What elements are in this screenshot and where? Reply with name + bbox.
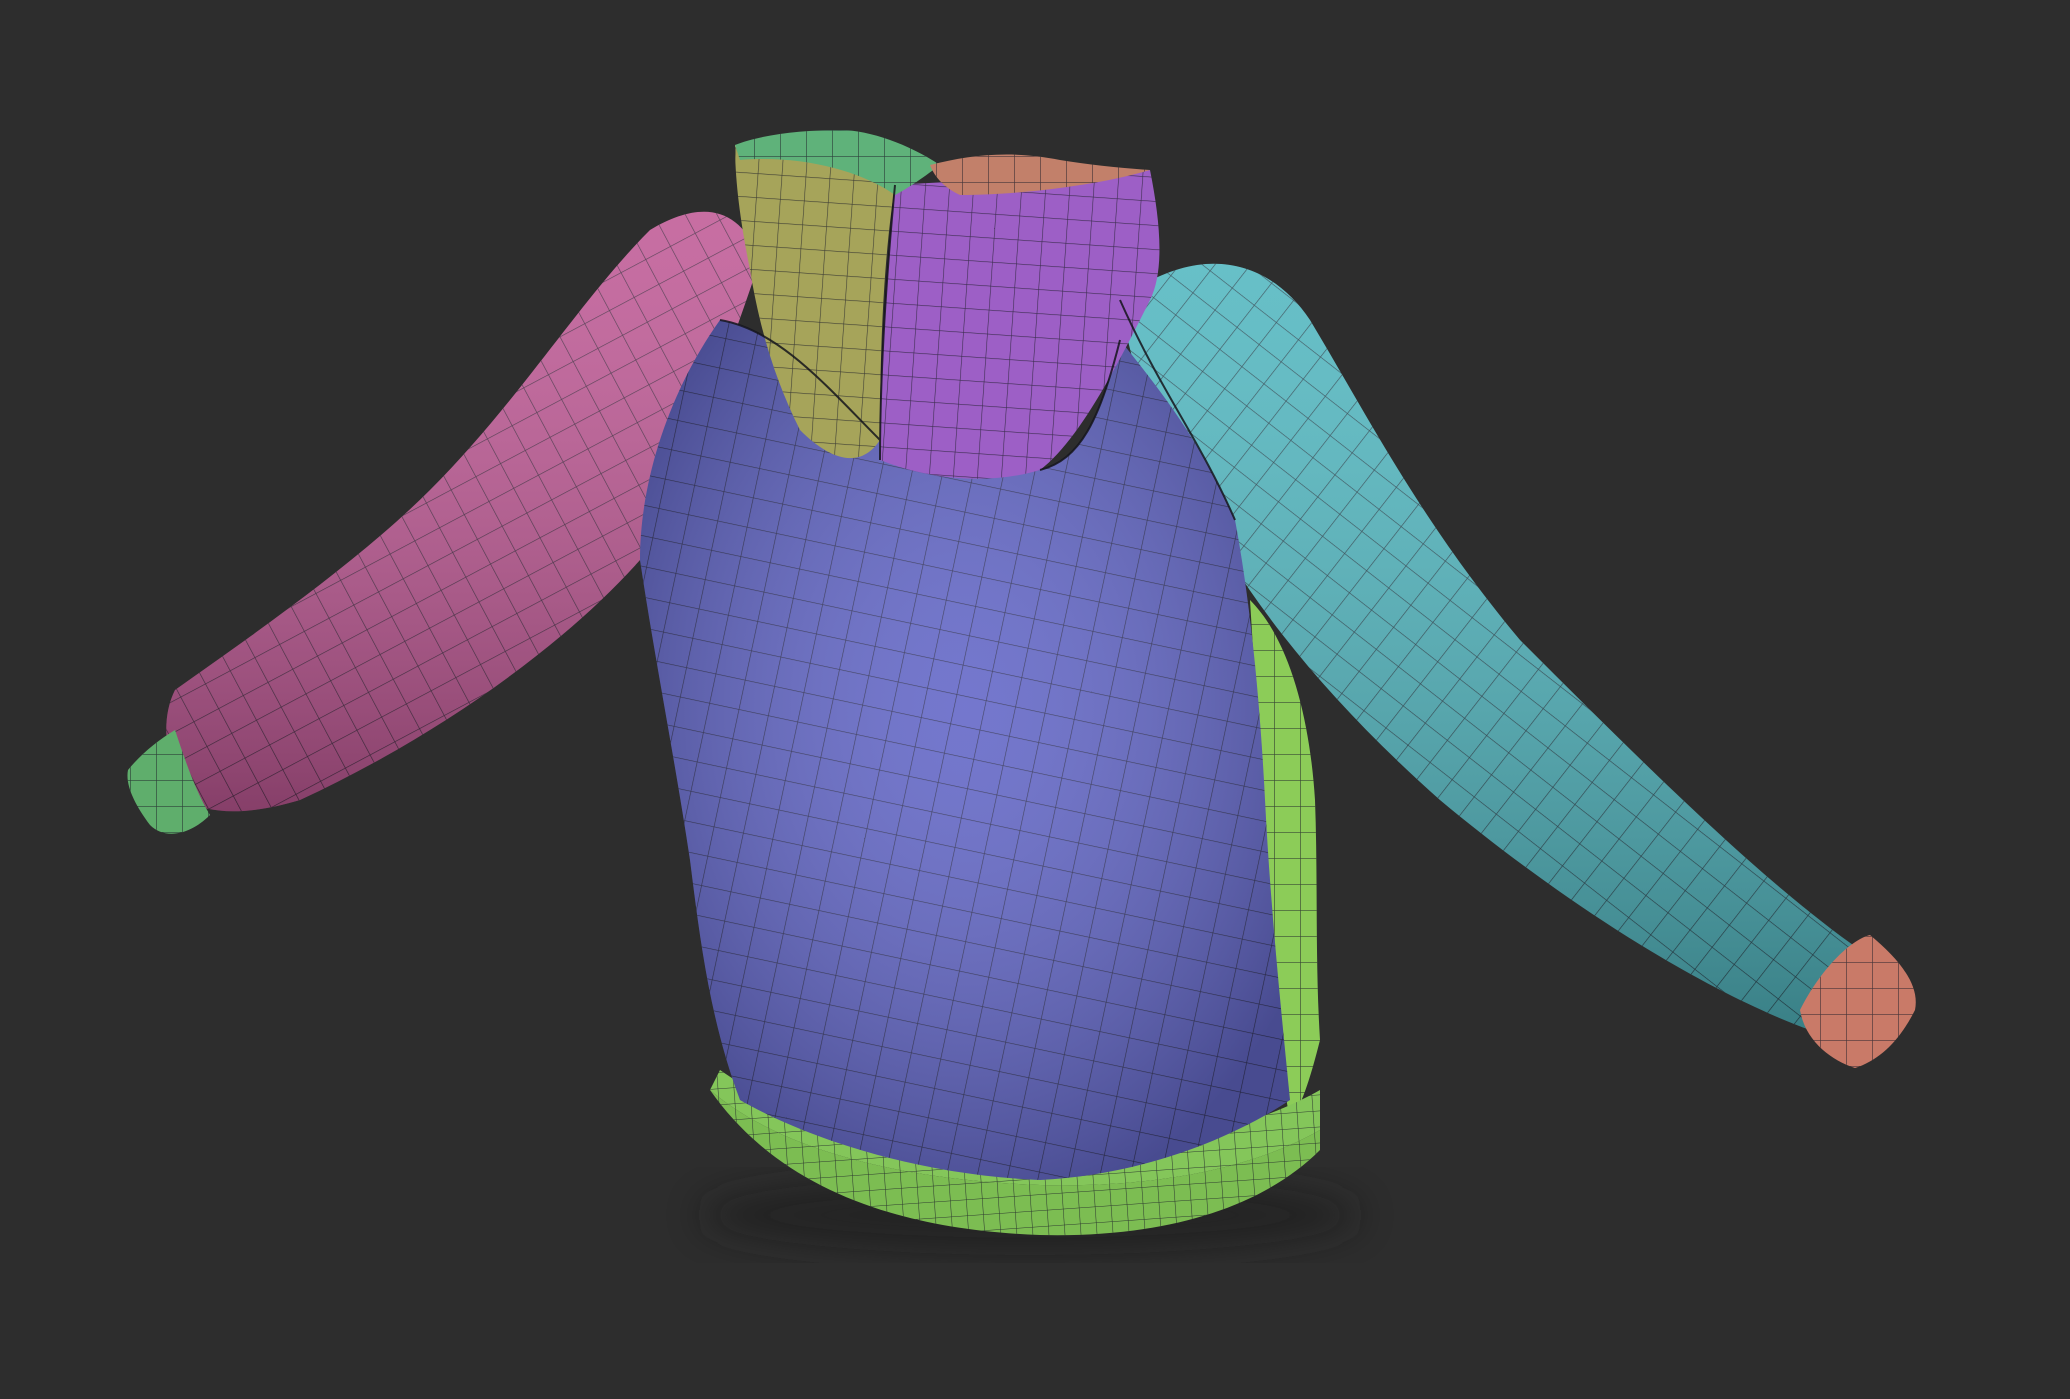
hoodie-mesh-render <box>127 130 1916 1255</box>
3d-viewport[interactable] <box>0 0 2070 1399</box>
